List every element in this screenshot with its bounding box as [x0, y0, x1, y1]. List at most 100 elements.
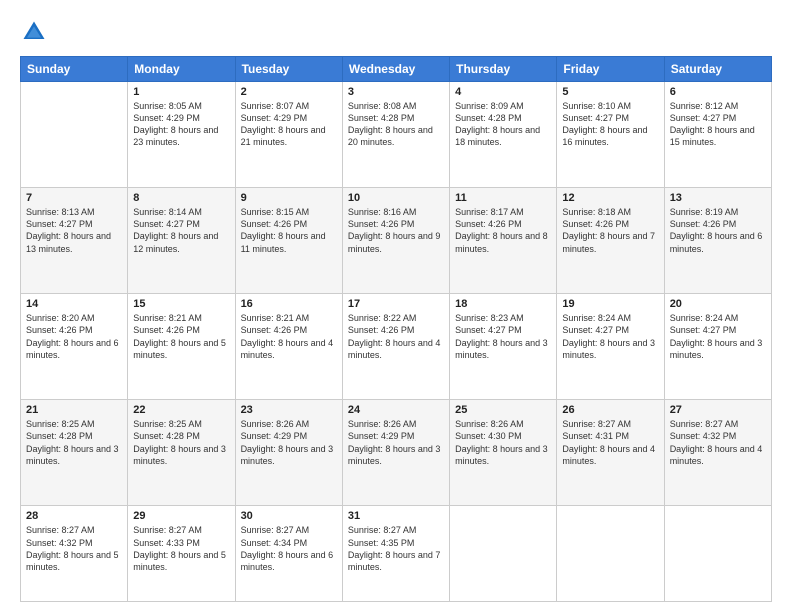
calendar-cell: 3 Sunrise: 8:08 AMSunset: 4:28 PMDaylight… [342, 82, 449, 188]
calendar-cell: 10 Sunrise: 8:16 AMSunset: 4:26 PMDayligh… [342, 188, 449, 294]
day-number: 16 [241, 298, 337, 310]
day-number: 7 [26, 192, 122, 204]
day-header-saturday: Saturday [664, 57, 771, 82]
day-info: Sunrise: 8:27 AMSunset: 4:32 PMDaylight:… [670, 418, 766, 467]
calendar-cell: 15Sunrise: 8:21 AMSunset: 4:26 PMDayligh… [128, 294, 235, 400]
day-info: Sunrise: 8:16 AMSunset: 4:26 PMDaylight:… [348, 206, 444, 255]
day-header-thursday: Thursday [450, 57, 557, 82]
day-number: 1 [133, 86, 229, 98]
day-number: 6 [670, 86, 766, 98]
day-info: Sunrise: 8:26 AMSunset: 4:29 PMDaylight:… [348, 418, 444, 467]
day-number: 30 [241, 510, 337, 522]
day-info: Sunrise: 8:26 AMSunset: 4:30 PMDaylight:… [455, 418, 551, 467]
calendar-cell: 6Sunrise: 8:12 AMSunset: 4:27 PMDaylight… [664, 82, 771, 188]
day-number: 8 [133, 192, 229, 204]
calendar-cell: 21Sunrise: 8:25 AMSunset: 4:28 PMDayligh… [21, 400, 128, 506]
day-number: 2 [241, 86, 337, 98]
calendar-cell: 22Sunrise: 8:25 AMSunset: 4:28 PMDayligh… [128, 400, 235, 506]
calendar-cell: 17 Sunrise: 8:22 AMSunset: 4:26 PMDayligh… [342, 294, 449, 400]
day-info: Sunrise: 8:20 AMSunset: 4:26 PMDaylight:… [26, 312, 122, 361]
day-info: Sunrise: 8:10 AMSunset: 4:27 PMDaylight:… [562, 100, 658, 149]
calendar-cell [450, 506, 557, 602]
calendar-cell: 7 Sunrise: 8:13 AMSunset: 4:27 PMDaylight… [21, 188, 128, 294]
logo-icon [20, 18, 48, 46]
day-info: Sunrise: 8:17 AMSunset: 4:26 PMDaylight:… [455, 206, 551, 255]
calendar-cell: 8 Sunrise: 8:14 AMSunset: 4:27 PMDaylight… [128, 188, 235, 294]
day-info: Sunrise: 8:14 AMSunset: 4:27 PMDaylight:… [133, 206, 229, 255]
day-number: 26 [562, 404, 658, 416]
calendar-cell: 28 Sunrise: 8:27 AMSunset: 4:32 PMDayligh… [21, 506, 128, 602]
day-info: Sunrise: 8:23 AMSunset: 4:27 PMDaylight:… [455, 312, 551, 361]
calendar-cell: 4 Sunrise: 8:09 AMSunset: 4:28 PMDaylight… [450, 82, 557, 188]
day-info: Sunrise: 8:27 AMSunset: 4:32 PMDaylight:… [26, 524, 122, 573]
day-info: Sunrise: 8:27 AMSunset: 4:35 PMDaylight:… [348, 524, 444, 573]
day-info: Sunrise: 8:25 AMSunset: 4:28 PMDaylight:… [133, 418, 229, 467]
day-number: 29 [133, 510, 229, 522]
day-number: 27 [670, 404, 766, 416]
calendar-cell: 18 Sunrise: 8:23 AMSunset: 4:27 PMDayligh… [450, 294, 557, 400]
day-info: Sunrise: 8:05 AMSunset: 4:29 PMDaylight:… [133, 100, 229, 149]
calendar-cell: 26 Sunrise: 8:27 AMSunset: 4:31 PMDayligh… [557, 400, 664, 506]
day-number: 10 [348, 192, 444, 204]
calendar-week-row: 7 Sunrise: 8:13 AMSunset: 4:27 PMDaylight… [21, 188, 772, 294]
calendar-cell: 24 Sunrise: 8:26 AMSunset: 4:29 PMDayligh… [342, 400, 449, 506]
calendar-cell: 23 Sunrise: 8:26 AMSunset: 4:29 PMDayligh… [235, 400, 342, 506]
day-header-friday: Friday [557, 57, 664, 82]
calendar-header-row: SundayMondayTuesdayWednesdayThursdayFrid… [21, 57, 772, 82]
logo [20, 18, 52, 46]
calendar-cell: 16Sunrise: 8:21 AMSunset: 4:26 PMDayligh… [235, 294, 342, 400]
day-number: 9 [241, 192, 337, 204]
day-number: 20 [670, 298, 766, 310]
calendar-cell: 30 Sunrise: 8:27 AMSunset: 4:34 PMDayligh… [235, 506, 342, 602]
day-number: 23 [241, 404, 337, 416]
day-info: Sunrise: 8:24 AMSunset: 4:27 PMDaylight:… [670, 312, 766, 361]
day-info: Sunrise: 8:27 AMSunset: 4:33 PMDaylight:… [133, 524, 229, 573]
calendar-cell: 19 Sunrise: 8:24 AMSunset: 4:27 PMDayligh… [557, 294, 664, 400]
calendar-cell [557, 506, 664, 602]
calendar-cell: 2 Sunrise: 8:07 AMSunset: 4:29 PMDaylight… [235, 82, 342, 188]
calendar-cell: 13Sunrise: 8:19 AMSunset: 4:26 PMDayligh… [664, 188, 771, 294]
day-info: Sunrise: 8:24 AMSunset: 4:27 PMDaylight:… [562, 312, 658, 361]
day-number: 28 [26, 510, 122, 522]
day-info: Sunrise: 8:08 AMSunset: 4:28 PMDaylight:… [348, 100, 444, 149]
day-info: Sunrise: 8:13 AMSunset: 4:27 PMDaylight:… [26, 206, 122, 255]
day-header-monday: Monday [128, 57, 235, 82]
calendar-cell: 9Sunrise: 8:15 AMSunset: 4:26 PMDaylight… [235, 188, 342, 294]
day-number: 5 [562, 86, 658, 98]
header [20, 18, 772, 46]
day-number: 12 [562, 192, 658, 204]
day-info: Sunrise: 8:27 AMSunset: 4:31 PMDaylight:… [562, 418, 658, 467]
day-number: 11 [455, 192, 551, 204]
day-number: 25 [455, 404, 551, 416]
day-info: Sunrise: 8:07 AMSunset: 4:29 PMDaylight:… [241, 100, 337, 149]
day-number: 3 [348, 86, 444, 98]
day-header-wednesday: Wednesday [342, 57, 449, 82]
calendar-cell [664, 506, 771, 602]
day-info: Sunrise: 8:22 AMSunset: 4:26 PMDaylight:… [348, 312, 444, 361]
day-header-sunday: Sunday [21, 57, 128, 82]
day-number: 4 [455, 86, 551, 98]
calendar-cell: 14 Sunrise: 8:20 AMSunset: 4:26 PMDayligh… [21, 294, 128, 400]
day-info: Sunrise: 8:21 AMSunset: 4:26 PMDaylight:… [133, 312, 229, 361]
calendar-cell: 31 Sunrise: 8:27 AMSunset: 4:35 PMDayligh… [342, 506, 449, 602]
day-info: Sunrise: 8:27 AMSunset: 4:34 PMDaylight:… [241, 524, 337, 573]
page: SundayMondayTuesdayWednesdayThursdayFrid… [0, 0, 792, 612]
calendar-cell: 20 Sunrise: 8:24 AMSunset: 4:27 PMDayligh… [664, 294, 771, 400]
day-number: 31 [348, 510, 444, 522]
day-number: 18 [455, 298, 551, 310]
day-info: Sunrise: 8:09 AMSunset: 4:28 PMDaylight:… [455, 100, 551, 149]
calendar-week-row: 28 Sunrise: 8:27 AMSunset: 4:32 PMDayligh… [21, 506, 772, 602]
day-header-tuesday: Tuesday [235, 57, 342, 82]
calendar-week-row: 14 Sunrise: 8:20 AMSunset: 4:26 PMDayligh… [21, 294, 772, 400]
day-number: 17 [348, 298, 444, 310]
day-number: 24 [348, 404, 444, 416]
calendar-cell: 1 Sunrise: 8:05 AMSunset: 4:29 PMDaylight… [128, 82, 235, 188]
calendar-week-row: 21 Sunrise: 8:25 AMSunset: 4:28 PMDayligh… [21, 400, 772, 506]
day-number: 19 [562, 298, 658, 310]
calendar-cell: 25 Sunrise: 8:26 AMSunset: 4:30 PMDayligh… [450, 400, 557, 506]
day-info: Sunrise: 8:26 AMSunset: 4:29 PMDaylight:… [241, 418, 337, 467]
calendar-week-row: 1 Sunrise: 8:05 AMSunset: 4:29 PMDaylight… [21, 82, 772, 188]
day-number: 14 [26, 298, 122, 310]
calendar-cell: 27 Sunrise: 8:27 AMSunset: 4:32 PMDayligh… [664, 400, 771, 506]
day-number: 21 [26, 404, 122, 416]
